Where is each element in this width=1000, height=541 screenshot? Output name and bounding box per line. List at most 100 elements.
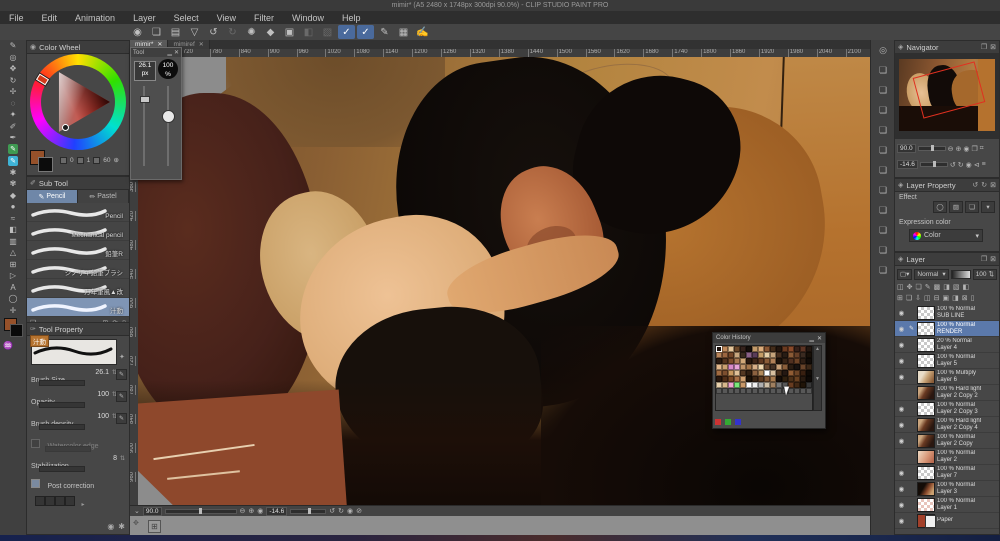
floating-tool-panel[interactable]: Tool ▁ ✕ 26.1 px 100 % xyxy=(130,47,182,180)
panel-menu-icon[interactable]: ❐ xyxy=(981,43,987,51)
canvas[interactable] xyxy=(138,57,870,505)
layer-action-icon[interactable]: ❏ xyxy=(906,294,912,302)
color-history-scrollbar[interactable]: ▲ ▼ xyxy=(813,345,822,411)
stabilization-value[interactable]: 8 xyxy=(113,455,117,462)
color-wheel[interactable] xyxy=(30,54,126,150)
visibility-eye-icon[interactable]: ◉ xyxy=(897,325,906,333)
mesh-transform-icon[interactable]: ▧ xyxy=(319,25,336,39)
color-history-window[interactable]: Color History ▁ ✕ ▲ ▼ xyxy=(712,332,826,429)
grid-view-icon[interactable]: ▦ xyxy=(395,25,412,39)
lock-icon[interactable]: ✦ xyxy=(119,353,125,361)
collapse-icon[interactable]: ⌄ xyxy=(134,507,140,515)
menu-help[interactable]: Help xyxy=(333,13,370,23)
material-folder-icon[interactable]: ❏ xyxy=(871,240,895,260)
layer-row[interactable]: ◉ 20 % Normal Layer 4 xyxy=(895,337,999,353)
floating-tool-titlebar[interactable]: Tool ▁ ✕ xyxy=(131,48,181,57)
navigator-zoom-icon[interactable]: ⌗ xyxy=(980,145,984,153)
text-icon[interactable]: A xyxy=(0,282,26,294)
layer-lock-icon[interactable]: ◧ xyxy=(963,283,970,291)
menu-edit[interactable]: Edit xyxy=(33,13,67,23)
material-folder-icon[interactable]: ❏ xyxy=(871,200,895,220)
layer-thumbnail[interactable] xyxy=(917,385,935,400)
menu-view[interactable]: View xyxy=(208,13,245,23)
zoom-icon[interactable]: ◎ xyxy=(0,52,26,64)
layer-lock-icon[interactable]: ◨ xyxy=(943,283,950,291)
timeline-toggle-icon[interactable]: ⊞ xyxy=(148,520,161,533)
tab-pencil[interactable]: ✎ Pencil xyxy=(27,190,78,203)
color-history-grid[interactable] xyxy=(715,345,813,411)
fill-bucket-icon[interactable]: ◧ xyxy=(0,224,26,236)
frame-border-icon[interactable]: ⊞ xyxy=(0,259,26,271)
layer-row[interactable]: ◉ 100 % Normal Layer 2 Copy xyxy=(895,433,999,449)
app-logo-icon[interactable]: ◉ xyxy=(129,25,146,39)
menu-window[interactable]: Window xyxy=(283,13,333,23)
snap-to-special-ruler-icon[interactable]: ✓ xyxy=(357,25,374,39)
navigator-rotate-icon[interactable]: ◉ xyxy=(966,161,972,169)
material-folder-icon[interactable]: ❏ xyxy=(871,180,895,200)
layer-thumbnail[interactable] xyxy=(917,321,935,336)
layer-thumbnail[interactable] xyxy=(917,449,935,464)
snap-to-grid-icon[interactable]: ✎ xyxy=(376,25,393,39)
hand-icon[interactable]: ✥ xyxy=(0,63,26,75)
zoom-slider[interactable] xyxy=(164,507,237,514)
material-folder-icon[interactable]: ❏ xyxy=(871,140,895,160)
minimize-icon[interactable]: ▁ xyxy=(809,335,814,342)
menu-layer[interactable]: Layer xyxy=(124,13,165,23)
panel-close-icon[interactable]: ⊠ xyxy=(990,255,996,263)
brush-item[interactable]: Pencil xyxy=(27,203,129,222)
navigator-zoom-slider[interactable] xyxy=(917,145,946,151)
layer-thumbnail[interactable] xyxy=(917,497,935,512)
tab-pastel[interactable]: ✏ Pastel xyxy=(78,190,129,203)
foreground-background-swatch[interactable] xyxy=(4,318,23,337)
rotate-control-icon[interactable]: ↻ xyxy=(338,507,344,515)
move-icon[interactable]: ✢ xyxy=(0,86,26,98)
visibility-eye-icon[interactable]: ◉ xyxy=(897,469,906,477)
brush-item[interactable]: 万年筆風▲改 xyxy=(27,279,129,298)
navigator-rotate-icon[interactable]: ↻ xyxy=(958,161,964,169)
opacity-slider-knob[interactable] xyxy=(162,110,175,123)
layer-row[interactable]: ◉ 100 % Normal Layer 1 xyxy=(895,497,999,513)
brush-density-value[interactable]: 100 xyxy=(97,413,109,420)
layer-action-icon[interactable]: ▯ xyxy=(971,294,975,302)
color-swatch[interactable] xyxy=(806,388,812,394)
pen-icon[interactable]: ✎ xyxy=(0,40,26,52)
eyedropper-icon[interactable]: ✐ xyxy=(0,121,26,133)
layer-action-icon[interactable]: ◨ xyxy=(952,294,959,302)
opacity-readout[interactable]: 100 % xyxy=(158,59,178,79)
gradient-icon[interactable]: ▥ xyxy=(0,236,26,248)
rotation-value[interactable]: -14.6 xyxy=(266,506,288,516)
brush-size-readout[interactable]: 26.1 px xyxy=(134,61,156,81)
layer-row[interactable]: ◉ 100 % Normal Layer 7 xyxy=(895,465,999,481)
combine-mode-button[interactable]: ▢▾ xyxy=(897,268,913,280)
layer-row[interactable]: ◉ 100 % Normal Layer 5 xyxy=(895,353,999,369)
opacity-slider[interactable] xyxy=(39,402,85,408)
layer-thumbnail[interactable] xyxy=(917,465,935,480)
stabilization-stepper[interactable]: ⇅ xyxy=(120,455,125,462)
navigator-rotation-slider[interactable] xyxy=(919,161,948,167)
tool-property-footer-icon[interactable]: ✱ xyxy=(118,522,125,531)
minimize-icon[interactable]: ▁ xyxy=(167,49,172,56)
visibility-eye-icon[interactable]: ◉ xyxy=(897,341,906,349)
layer-action-icon[interactable]: ▣ xyxy=(943,294,950,302)
quick-zoom-icon[interactable]: ◎ xyxy=(871,40,895,60)
redo-icon[interactable]: ↻ xyxy=(224,25,241,39)
visibility-eye-icon[interactable]: ◉ xyxy=(897,485,906,493)
navigator-zoom-icon[interactable]: ◉ xyxy=(963,145,969,153)
rotation-slider[interactable] xyxy=(290,507,327,514)
zoom-control-icon[interactable]: ◉ xyxy=(257,507,263,515)
material-folder-icon[interactable]: ❏ xyxy=(871,120,895,140)
visibility-eye-icon[interactable]: ◉ xyxy=(897,405,906,413)
transparent-color-icon[interactable]: ♒ xyxy=(3,341,23,350)
undo-icon[interactable]: ↺ xyxy=(972,181,978,189)
effect-button[interactable]: ▨ xyxy=(949,201,963,213)
ruler-origin-icon[interactable]: ✥ xyxy=(133,519,139,527)
color-history-titlebar[interactable]: Color History ▁ ✕ xyxy=(713,333,825,343)
layer-row[interactable]: 100 % Normal Layer 2 xyxy=(895,449,999,465)
layer-action-icon[interactable]: ◫ xyxy=(924,294,931,302)
expression-color-dropdown[interactable]: Color ▾ xyxy=(909,229,983,242)
sv-marker[interactable] xyxy=(62,124,69,131)
layer-thumbnail[interactable] xyxy=(917,353,935,368)
layer-thumbnail[interactable] xyxy=(917,481,935,496)
brush-size-value[interactable]: 26.1 xyxy=(95,369,109,376)
snap-to-ruler-icon[interactable]: ✓ xyxy=(338,25,355,39)
